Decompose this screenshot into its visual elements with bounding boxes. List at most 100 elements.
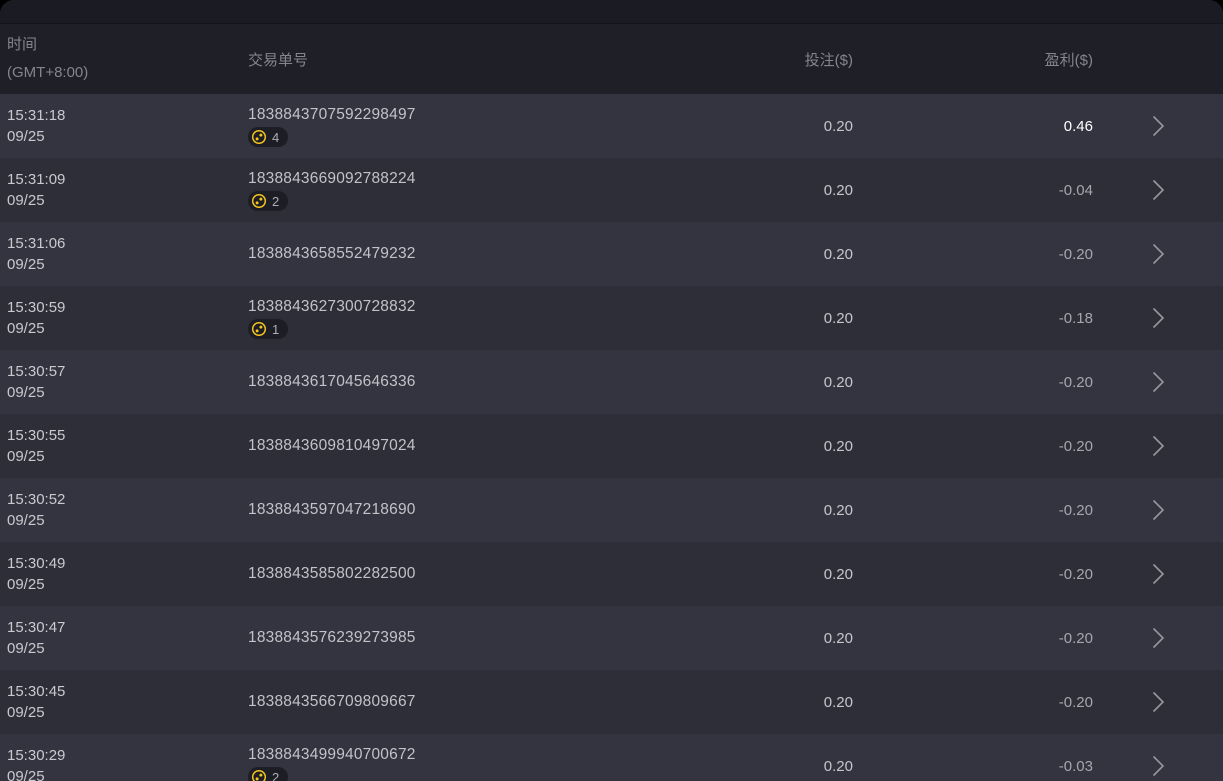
- time-value: 15:30:29: [7, 745, 241, 766]
- time-value: 15:30:45: [7, 681, 241, 702]
- bet-amount: 0.20: [653, 438, 853, 455]
- history-panel: 时间 (GMT+8:00) 交易单号 投注($) 盈利($) 15:31:18 …: [0, 0, 1223, 781]
- order-id: 1838843499940700672: [248, 745, 653, 765]
- time-cell: 15:30:49 09/25: [0, 553, 241, 595]
- chevron-right-icon: [1152, 243, 1165, 265]
- bet-amount: 0.20: [653, 758, 853, 775]
- profit-amount: -0.04: [853, 182, 1093, 199]
- rounds-icon: [251, 769, 267, 781]
- time-value: 15:30:59: [7, 297, 241, 318]
- order-id: 1838843707592298497: [248, 105, 653, 125]
- order-cell: 1838843499940700672 2: [241, 745, 653, 781]
- table-row[interactable]: 15:30:59 09/25 1838843627300728832 1 0.2…: [0, 286, 1223, 350]
- panel-top-strip: [0, 0, 1223, 24]
- rounds-badge: 2: [248, 767, 288, 781]
- table-body: 15:31:18 09/25 1838843707592298497 4 0.2…: [0, 94, 1223, 781]
- time-cell: 15:31:06 09/25: [0, 233, 241, 275]
- date-value: 09/25: [7, 702, 241, 723]
- profit-amount: -0.20: [853, 246, 1093, 263]
- row-detail-button[interactable]: [1093, 755, 1223, 777]
- order-id: 1838843609810497024: [248, 436, 653, 456]
- table-row[interactable]: 15:30:57 09/25 1838843617045646336 0.20 …: [0, 350, 1223, 414]
- rounds-badge: 4: [248, 127, 288, 147]
- order-cell: 1838843669092788224 2: [241, 169, 653, 211]
- chevron-right-icon: [1152, 691, 1165, 713]
- profit-amount: -0.20: [853, 502, 1093, 519]
- row-detail-button[interactable]: [1093, 563, 1223, 585]
- column-header-time: 时间 (GMT+8:00): [0, 31, 241, 87]
- chevron-right-icon: [1152, 307, 1165, 329]
- chevron-right-icon: [1152, 627, 1165, 649]
- order-id: 1838843669092788224: [248, 169, 653, 189]
- column-header-profit: 盈利($): [853, 49, 1093, 70]
- time-cell: 15:30:29 09/25: [0, 745, 241, 781]
- profit-amount: -0.20: [853, 694, 1093, 711]
- table-row[interactable]: 15:30:55 09/25 1838843609810497024 0.20 …: [0, 414, 1223, 478]
- time-value: 15:30:49: [7, 553, 241, 574]
- rounds-icon: [251, 321, 267, 337]
- chevron-right-icon: [1152, 435, 1165, 457]
- order-id: 1838843585802282500: [248, 564, 653, 584]
- time-value: 15:30:57: [7, 361, 241, 382]
- row-detail-button[interactable]: [1093, 435, 1223, 457]
- row-detail-button[interactable]: [1093, 691, 1223, 713]
- table-row[interactable]: 15:31:18 09/25 1838843707592298497 4 0.2…: [0, 94, 1223, 158]
- row-detail-button[interactable]: [1093, 307, 1223, 329]
- row-detail-button[interactable]: [1093, 627, 1223, 649]
- row-detail-button[interactable]: [1093, 371, 1223, 393]
- bet-amount: 0.20: [653, 118, 853, 135]
- date-value: 09/25: [7, 254, 241, 275]
- order-cell: 1838843707592298497 4: [241, 105, 653, 147]
- profit-amount: -0.03: [853, 758, 1093, 775]
- time-cell: 15:31:09 09/25: [0, 169, 241, 211]
- rounds-badge: 1: [248, 319, 288, 339]
- order-cell: 1838843617045646336: [241, 372, 653, 392]
- date-value: 09/25: [7, 638, 241, 659]
- time-cell: 15:30:59 09/25: [0, 297, 241, 339]
- table-row[interactable]: 15:30:47 09/25 1838843576239273985 0.20 …: [0, 606, 1223, 670]
- time-cell: 15:30:47 09/25: [0, 617, 241, 659]
- profit-amount: -0.20: [853, 438, 1093, 455]
- column-header-time-line2: (GMT+8:00): [7, 59, 241, 87]
- order-cell: 1838843576239273985: [241, 628, 653, 648]
- table-row[interactable]: 15:31:06 09/25 1838843658552479232 0.20 …: [0, 222, 1223, 286]
- row-detail-button[interactable]: [1093, 115, 1223, 137]
- row-detail-button[interactable]: [1093, 499, 1223, 521]
- table-row[interactable]: 15:30:29 09/25 1838843499940700672 2 0.2…: [0, 734, 1223, 781]
- order-id: 1838843627300728832: [248, 297, 653, 317]
- row-detail-button[interactable]: [1093, 243, 1223, 265]
- time-cell: 15:31:18 09/25: [0, 105, 241, 147]
- order-cell: 1838843627300728832 1: [241, 297, 653, 339]
- order-id: 1838843576239273985: [248, 628, 653, 648]
- date-value: 09/25: [7, 190, 241, 211]
- profit-amount: -0.20: [853, 374, 1093, 391]
- order-cell: 1838843585802282500: [241, 564, 653, 584]
- bet-amount: 0.20: [653, 502, 853, 519]
- order-id: 1838843566709809667: [248, 692, 653, 712]
- bet-amount: 0.20: [653, 566, 853, 583]
- table-row[interactable]: 15:30:49 09/25 1838843585802282500 0.20 …: [0, 542, 1223, 606]
- chevron-right-icon: [1152, 115, 1165, 137]
- rounds-icon: [251, 129, 267, 145]
- table-row[interactable]: 15:30:52 09/25 1838843597047218690 0.20 …: [0, 478, 1223, 542]
- date-value: 09/25: [7, 510, 241, 531]
- profit-amount: -0.20: [853, 630, 1093, 647]
- date-value: 09/25: [7, 318, 241, 339]
- bet-amount: 0.20: [653, 694, 853, 711]
- table-row[interactable]: 15:30:45 09/25 1838843566709809667 0.20 …: [0, 670, 1223, 734]
- column-header-time-line1: 时间: [7, 31, 241, 59]
- chevron-right-icon: [1152, 499, 1165, 521]
- time-cell: 15:30:57 09/25: [0, 361, 241, 403]
- date-value: 09/25: [7, 126, 241, 147]
- time-cell: 15:30:55 09/25: [0, 425, 241, 467]
- table-row[interactable]: 15:31:09 09/25 1838843669092788224 2 0.2…: [0, 158, 1223, 222]
- time-cell: 15:30:52 09/25: [0, 489, 241, 531]
- order-cell: 1838843597047218690: [241, 500, 653, 520]
- time-cell: 15:30:45 09/25: [0, 681, 241, 723]
- date-value: 09/25: [7, 382, 241, 403]
- rounds-count: 2: [272, 770, 279, 781]
- row-detail-button[interactable]: [1093, 179, 1223, 201]
- order-cell: 1838843658552479232: [241, 244, 653, 264]
- date-value: 09/25: [7, 574, 241, 595]
- bet-amount: 0.20: [653, 246, 853, 263]
